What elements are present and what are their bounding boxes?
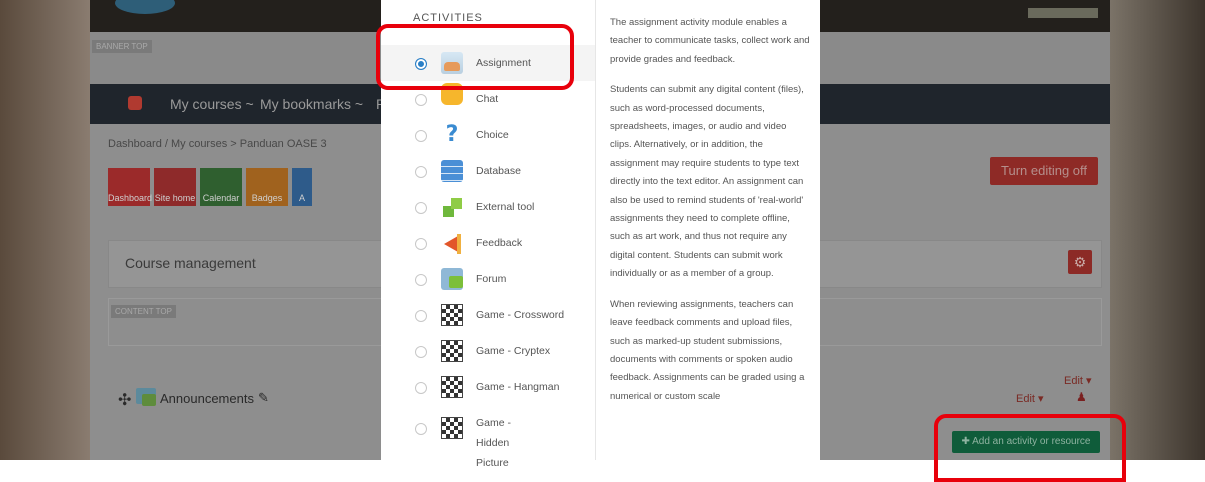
activity-game-cryptex[interactable]: Game - Cryptex	[381, 333, 595, 369]
activity-label: Feedback	[476, 237, 523, 249]
description-paragraph: When reviewing assignments, teachers can…	[610, 298, 805, 402]
activity-game-hidden-picture[interactable]: Game - Hidden Picture	[381, 405, 595, 469]
game-icon	[441, 304, 463, 326]
icon-tile-calendar[interactable]: Calendar	[200, 168, 242, 206]
activity-game-crossword[interactable]: Game - Crossword	[381, 297, 595, 333]
activity-feedback[interactable]: Feedback	[381, 225, 595, 261]
radio-game-crossword[interactable]	[415, 310, 427, 322]
activity-label: Game - Crossword	[476, 309, 565, 321]
course-management-title: Course management	[125, 255, 256, 271]
activity-label: Game - Hangman	[476, 381, 560, 393]
radio-database[interactable]	[415, 166, 427, 178]
background-left	[0, 0, 90, 460]
activity-description: The assignment activity module enables a…	[610, 14, 810, 418]
move-icon[interactable]: ✣	[118, 390, 131, 410]
highlight-box-add-activity	[934, 414, 1126, 482]
edit-menu-activity[interactable]: Edit ▾	[1016, 392, 1044, 405]
activity-label: Game - Hidden Picture	[476, 417, 512, 469]
radio-game-hangman[interactable]	[415, 382, 427, 394]
activity-choice[interactable]: ? Choice	[381, 117, 595, 153]
top-right-badge	[1028, 8, 1098, 18]
activity-game-hangman[interactable]: Game - Hangman	[381, 369, 595, 405]
feedback-icon	[441, 232, 463, 254]
activity-label: Choice	[476, 129, 509, 141]
forum-icon	[136, 388, 156, 406]
external-tool-icon	[441, 196, 463, 218]
game-icon	[441, 340, 463, 362]
turn-editing-off-button[interactable]: Turn editing off	[990, 157, 1098, 185]
radio-forum[interactable]	[415, 274, 427, 286]
nav-my-bookmarks[interactable]: My bookmarks ~	[260, 96, 363, 112]
radio-game-cryptex[interactable]	[415, 346, 427, 358]
highlight-box-assignment	[376, 24, 574, 90]
nav-my-courses[interactable]: My courses ~	[170, 96, 254, 112]
activity-label: Game - Cryptex	[476, 345, 551, 357]
icon-tile-more[interactable]: A	[292, 168, 312, 206]
description-paragraph: Students can submit any digital content …	[610, 84, 804, 280]
radio-choice[interactable]	[415, 130, 427, 142]
activity-label: Forum	[476, 273, 507, 285]
icon-tile-badges[interactable]: Badges	[246, 168, 288, 206]
game-icon	[441, 376, 463, 398]
background-right	[1110, 0, 1205, 460]
icon-tile-dashboard[interactable]: Dashboard	[108, 168, 152, 206]
banner-tag: BANNER TOP	[92, 40, 152, 53]
activity-label: Chat	[476, 93, 499, 105]
pencil-icon[interactable]: ✎	[258, 390, 269, 406]
gear-icon[interactable]: ⚙	[1068, 250, 1092, 274]
activity-database[interactable]: Database	[381, 153, 595, 189]
game-icon	[441, 417, 463, 439]
radio-feedback[interactable]	[415, 238, 427, 250]
site-logo	[115, 0, 175, 14]
description-paragraph: The assignment activity module enables a…	[610, 17, 810, 65]
activity-label: External tool	[476, 201, 535, 213]
breadcrumb[interactable]: Dashboard / My courses > Panduan OASE 3	[108, 138, 327, 150]
database-icon	[441, 160, 463, 182]
choice-icon: ?	[445, 122, 459, 147]
announcements-link[interactable]: Announcements	[160, 391, 254, 406]
icon-tile-site-home[interactable]: Site home	[154, 168, 196, 206]
activities-heading: ACTIVITIES	[413, 12, 483, 24]
activity-external-tool[interactable]: External tool	[381, 189, 595, 225]
user-icon[interactable]: ♟	[1076, 390, 1087, 404]
forum-icon	[441, 268, 463, 290]
activity-forum[interactable]: Forum	[381, 261, 595, 297]
content-tag: CONTENT TOP	[111, 305, 176, 318]
radio-external-tool[interactable]	[415, 202, 427, 214]
screenshot-stage: BANNER TOP My courses ~ My bookmarks ~ P…	[0, 0, 1205, 482]
radio-chat[interactable]	[415, 94, 427, 106]
dashboard-nav-icon[interactable]	[128, 96, 142, 110]
radio-game-hidden-picture[interactable]	[415, 423, 427, 435]
activity-label: Database	[476, 165, 521, 177]
